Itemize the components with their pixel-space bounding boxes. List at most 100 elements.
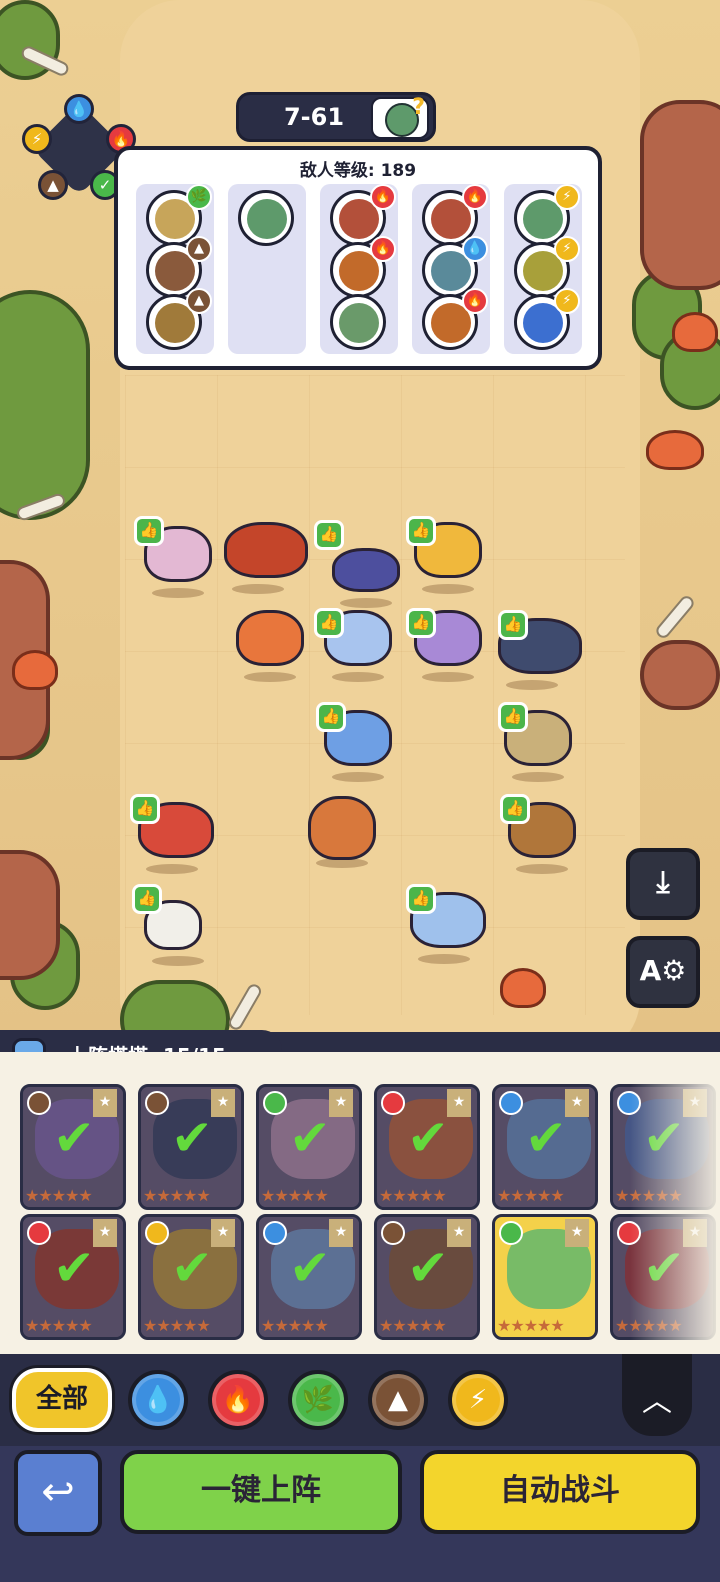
unit-fire-hamster[interactable] xyxy=(300,790,384,868)
unit-fire-wolves[interactable] xyxy=(216,516,316,594)
star-badge-icon: ★ xyxy=(211,1089,235,1117)
star-badge-icon: ★ xyxy=(565,1219,589,1247)
filter-fire-icon[interactable]: 🔥 xyxy=(208,1370,268,1430)
unit-leaf-mantis[interactable]: 👍 xyxy=(134,516,220,598)
roster-card[interactable]: ✔★★★★★★ xyxy=(20,1084,126,1210)
filter-bolt-icon[interactable]: ⚡ xyxy=(448,1370,508,1430)
enemy-face-icon xyxy=(247,199,287,239)
unit-panda[interactable]: 👍 xyxy=(132,884,220,966)
roster-card[interactable]: ✔★★★★★★ xyxy=(374,1084,480,1210)
leaf-icon xyxy=(263,1091,287,1115)
leaf-icon: 🌿 xyxy=(186,184,212,210)
roster-card[interactable]: ✔★★★★★★ xyxy=(492,1084,598,1210)
bolt-icon: ⚡ xyxy=(554,236,580,262)
bolt-icon xyxy=(145,1221,169,1245)
level-label: 7-61 xyxy=(283,103,345,131)
filter-all-button[interactable]: 全部 xyxy=(12,1368,112,1432)
roster-card[interactable]: ✔★★★★★★ xyxy=(374,1214,480,1340)
one-click-deploy-button[interactable]: 一键上阵 xyxy=(120,1450,402,1534)
bolt-icon: ⚡ xyxy=(22,124,52,154)
thumbs-up-icon: 👍 xyxy=(498,610,528,640)
water-icon xyxy=(263,1221,287,1245)
unit-water-snail[interactable]: 👍 xyxy=(314,520,408,608)
unit-water-dragon[interactable]: 👍 xyxy=(314,604,400,682)
roster-card[interactable]: ✔★★★★★★ xyxy=(138,1084,244,1210)
rock-right xyxy=(640,100,720,290)
star-badge-icon: ★ xyxy=(93,1219,117,1247)
roster-fade xyxy=(630,1052,720,1354)
enemy-portrait[interactable] xyxy=(238,190,294,246)
rock-right-lower xyxy=(640,640,720,710)
back-button[interactable]: ↩ xyxy=(14,1450,102,1536)
star-badge-icon: ★ xyxy=(211,1219,235,1247)
leaf-icon xyxy=(499,1221,523,1245)
rarity-stars-icon: ★★★★★ xyxy=(497,1186,565,1205)
enemy-column: 🔥 💧 🔥 xyxy=(412,184,490,354)
thumbs-up-icon: 👍 xyxy=(500,794,530,824)
checkmark-icon: ✔ xyxy=(53,1239,95,1297)
thumbs-up-icon: 👍 xyxy=(314,520,344,550)
checkmark-icon: ✔ xyxy=(53,1109,95,1167)
cactus-left xyxy=(0,290,90,520)
earth-icon xyxy=(27,1091,51,1115)
thumbs-up-icon: 👍 xyxy=(314,608,344,638)
earth-icon xyxy=(145,1091,169,1115)
checkmark-icon: ✔ xyxy=(407,1239,449,1297)
earth-icon xyxy=(381,1221,405,1245)
fire-icon xyxy=(27,1221,51,1245)
unit-fire-bird[interactable] xyxy=(228,604,312,682)
unit-earth-snail[interactable]: 👍 xyxy=(496,702,580,782)
rock-bottom-left xyxy=(0,850,60,980)
roster-card[interactable]: ✔★★★★★★ xyxy=(20,1214,126,1340)
flower xyxy=(672,312,718,352)
rarity-stars-icon: ★★★★★ xyxy=(379,1316,447,1335)
roster-card[interactable]: ✔★★★★★★ xyxy=(256,1084,362,1210)
unit-earth-godzilla[interactable]: 👍 xyxy=(490,610,590,690)
filter-water-icon[interactable]: 💧 xyxy=(128,1370,188,1430)
star-badge-icon: ★ xyxy=(447,1219,471,1247)
fire-icon: 🔥 xyxy=(370,236,396,262)
fire-icon: 🔥 xyxy=(370,184,396,210)
flower xyxy=(500,968,546,1008)
fire-icon xyxy=(381,1091,405,1115)
chevron-up-icon[interactable]: ︿ xyxy=(622,1354,692,1436)
enemy-portrait[interactable] xyxy=(330,294,386,350)
battlefield: 💧 🔥 ✓ ▲ ⚡ 7-61 ? 敌人等级: 189 🌿 ▲ ▲ 🔥 🔥 🔥 💧 🔥 ⚡ ⚡ ⚡ 👍… xyxy=(0,0,720,1058)
filter-earth-icon[interactable]: ▲ xyxy=(368,1370,428,1430)
auto-battle-button[interactable]: 自动战斗 xyxy=(420,1450,700,1534)
earth-icon: ▲ xyxy=(38,170,68,200)
auto-arrange-icon[interactable]: A⚙ xyxy=(626,936,700,1008)
unit-earth-unicorn[interactable]: 👍 xyxy=(406,604,490,682)
bottom-controls: 全部 💧 🔥 🌿 ▲ ⚡ ︿ ↩ 一键上阵 自动战斗 xyxy=(0,1354,720,1582)
rarity-stars-icon: ★★★★★ xyxy=(25,1186,93,1205)
thumbs-up-icon: 👍 xyxy=(406,608,436,638)
enemy-face-icon xyxy=(339,303,379,343)
roster-grid[interactable]: ✔ ★ ★★★★★ ✔ ★ ★★★★★ ✔ ★ ★★★★★ ✔ ★ ★★★★★ ✔ ★ ★★★★★ ✔ ★ ★★★… xyxy=(0,1052,720,1354)
unit-water-ghost[interactable]: 👍 xyxy=(316,702,400,782)
star-badge-icon: ★ xyxy=(565,1089,589,1117)
download-icon[interactable]: ⤓ xyxy=(626,848,700,920)
checkmark-icon: ✔ xyxy=(289,1109,331,1167)
unit-fire-frog[interactable]: 👍 xyxy=(130,794,222,874)
unit-bolt-lion[interactable]: 👍 xyxy=(406,516,490,594)
unit-earth-armadillo[interactable]: 👍 xyxy=(500,794,584,874)
rarity-stars-icon: ★★★★★ xyxy=(25,1316,93,1335)
roster-card[interactable]: ✔★★★★★★ xyxy=(256,1214,362,1340)
enemy-column xyxy=(228,184,306,354)
rarity-stars-icon: ★★★★★ xyxy=(261,1316,329,1335)
unit-water-crocodile[interactable]: 👍 xyxy=(402,884,494,964)
boss-preview[interactable]: ? xyxy=(371,95,429,139)
water-icon xyxy=(499,1091,523,1115)
roster-card[interactable]: ★ ★★★★★ xyxy=(492,1214,598,1340)
boss-hint: ? xyxy=(412,95,425,120)
checkmark-icon: ✔ xyxy=(171,1239,213,1297)
star-badge-icon: ★ xyxy=(329,1089,353,1117)
water-icon: 💧 xyxy=(64,94,94,124)
star-badge-icon: ★ xyxy=(329,1219,353,1247)
star-badge-icon: ★ xyxy=(447,1089,471,1117)
roster-card[interactable]: ✔★★★★★★ xyxy=(138,1214,244,1340)
thumbs-up-icon: 👍 xyxy=(406,884,436,914)
bone xyxy=(653,593,697,641)
element-filter-bar: 全部 💧 🔥 🌿 ▲ ⚡ ︿ xyxy=(0,1354,720,1446)
filter-leaf-icon[interactable]: 🌿 xyxy=(288,1370,348,1430)
